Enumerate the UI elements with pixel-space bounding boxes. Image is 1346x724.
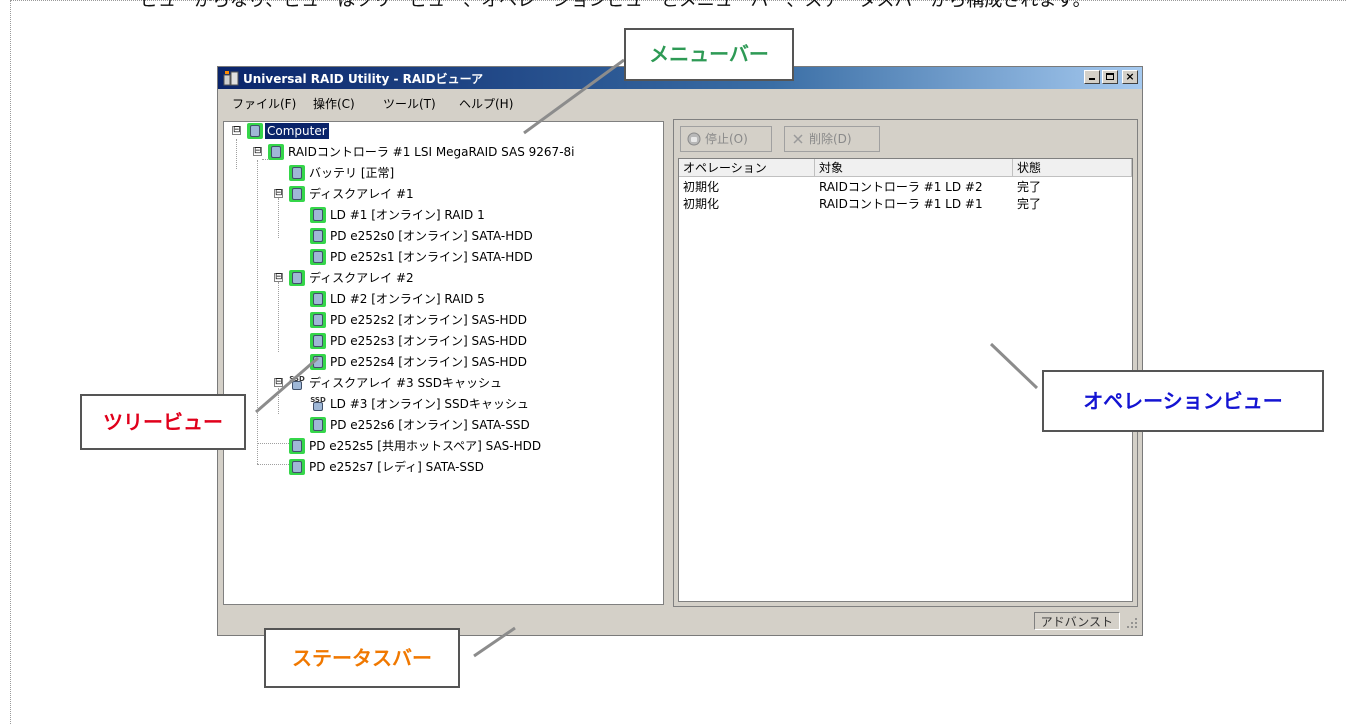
close-button[interactable]: × bbox=[1122, 70, 1138, 84]
maximize-button[interactable] bbox=[1102, 70, 1118, 84]
tree-node-label: Computer bbox=[265, 123, 329, 139]
collapse-icon[interactable]: ⊟ bbox=[274, 378, 283, 387]
tree-node-label: LD #1 [オンライン] RAID 1 bbox=[330, 208, 485, 222]
column-header-operation[interactable]: オペレーション bbox=[679, 159, 815, 177]
column-header-status[interactable]: 状態 bbox=[1013, 159, 1132, 177]
tree-node-label: PD e252s1 [オンライン] SATA-HDD bbox=[330, 250, 533, 264]
tree-node-label: PD e252s7 [レディ] SATA-SSD bbox=[309, 460, 484, 474]
close-icon: × bbox=[1125, 70, 1135, 83]
delete-button[interactable]: 削除(D) bbox=[784, 126, 880, 152]
tree-node-label: PD e252s6 [オンライン] SATA-SSD bbox=[330, 418, 530, 432]
tree-node-label: LD #3 [オンライン] SSDキャッシュ bbox=[330, 397, 529, 411]
stop-hand-icon bbox=[687, 132, 701, 146]
row-target: RAIDコントローラ #1 LD #2 bbox=[819, 180, 983, 194]
stop-label: 停止(O) bbox=[705, 132, 748, 146]
physical-drive-icon bbox=[310, 354, 326, 370]
window-title: Universal RAID Utility - RAIDビューア bbox=[243, 72, 484, 86]
delete-x-icon bbox=[793, 134, 803, 144]
ready-drive-icon bbox=[289, 459, 305, 475]
tree-node-label: PD e252s0 [オンライン] SATA-HDD bbox=[330, 229, 533, 243]
minimize-button[interactable] bbox=[1084, 70, 1100, 84]
statusbar-callout: ステータスバー bbox=[264, 628, 460, 688]
ssd-array-icon: SSD bbox=[289, 375, 305, 391]
tree-node-label: ディスクアレイ #3 SSDキャッシュ bbox=[309, 376, 502, 390]
row-status: 完了 bbox=[1017, 180, 1042, 194]
physical-drive-icon bbox=[310, 417, 326, 433]
delete-label: 削除(D) bbox=[809, 132, 852, 146]
menubar-callout: メニューバー bbox=[624, 28, 794, 81]
collapse-icon[interactable]: ⊟ bbox=[232, 126, 241, 135]
physical-drive-icon bbox=[310, 249, 326, 265]
menu-file[interactable]: ファイル(F) bbox=[232, 95, 296, 112]
pane-splitter[interactable] bbox=[666, 119, 671, 607]
tree-node-label: ディスクアレイ #1 bbox=[309, 187, 414, 201]
resize-grip-icon[interactable] bbox=[1125, 616, 1139, 630]
top-caption-fragment: ビューからなり、ビューはツリービュー、オペレーションビューとメニューバー、ステー… bbox=[140, 0, 1091, 11]
disk-array-icon bbox=[289, 270, 305, 286]
raid-viewer-window: Universal RAID Utility - RAIDビューア × ファイル… bbox=[217, 66, 1143, 636]
menu-tools[interactable]: ツール(T) bbox=[383, 95, 436, 112]
collapse-icon[interactable]: ⊟ bbox=[253, 147, 262, 156]
physical-drive-icon bbox=[310, 312, 326, 328]
mode-indicator: アドバンスト bbox=[1033, 612, 1120, 630]
row-target: RAIDコントローラ #1 LD #1 bbox=[819, 197, 983, 211]
menu-bar: ファイル(F) 操作(C) ツール(T) ヘルプ(H) bbox=[218, 90, 1142, 112]
treeview-callout: ツリービュー bbox=[80, 394, 246, 450]
tree-node-label: PD e252s4 [オンライン] SAS-HDD bbox=[330, 355, 527, 369]
row-status: 完了 bbox=[1017, 197, 1042, 211]
raid-utility-app-icon bbox=[223, 71, 239, 86]
stop-button[interactable]: 停止(O) bbox=[680, 126, 772, 152]
row-operation: 初期化 bbox=[683, 197, 720, 211]
logical-drive-icon bbox=[310, 291, 326, 307]
tree-node-label: LD #2 [オンライン] RAID 5 bbox=[330, 292, 485, 306]
tree-node-label: PD e252s5 [共用ホットスペア] SAS-HDD bbox=[309, 439, 542, 453]
raid-controller-icon bbox=[268, 144, 284, 160]
tree-view[interactable]: ⊟ Computer ⊟ RAIDコントローラ #1 LSI MegaRAID … bbox=[223, 121, 664, 605]
hotspare-drive-icon bbox=[289, 438, 305, 454]
tree-node-label: バッテリ [正常] bbox=[309, 166, 395, 180]
ssd-logical-drive-icon: SSD bbox=[310, 396, 326, 412]
operationview-callout: オペレーションビュー bbox=[1042, 370, 1324, 432]
tree-node-label: PD e252s2 [オンライン] SAS-HDD bbox=[330, 313, 527, 327]
row-operation: 初期化 bbox=[683, 180, 720, 194]
menu-operation[interactable]: 操作(C) bbox=[313, 95, 355, 112]
physical-drive-icon bbox=[310, 333, 326, 349]
logical-drive-icon bbox=[310, 207, 326, 223]
collapse-icon[interactable]: ⊟ bbox=[274, 273, 283, 282]
operation-view: 停止(O) 削除(D) オペレーション 対象 状態 初期化 RAIDコントローラ… bbox=[673, 119, 1138, 607]
menu-help[interactable]: ヘルプ(H) bbox=[459, 95, 513, 112]
column-header-target[interactable]: 対象 bbox=[815, 159, 1013, 177]
disk-array-icon bbox=[289, 186, 305, 202]
tree-node-label: PD e252s3 [オンライン] SAS-HDD bbox=[330, 334, 527, 348]
minimize-icon bbox=[1089, 78, 1095, 80]
maximize-icon bbox=[1106, 73, 1114, 80]
tree-node-label: RAIDコントローラ #1 LSI MegaRAID SAS 9267-8i bbox=[288, 145, 575, 159]
battery-icon bbox=[289, 165, 305, 181]
tree-node-label: ディスクアレイ #2 bbox=[309, 271, 414, 285]
computer-icon bbox=[247, 123, 263, 139]
physical-drive-icon bbox=[310, 228, 326, 244]
collapse-icon[interactable]: ⊟ bbox=[274, 189, 283, 198]
